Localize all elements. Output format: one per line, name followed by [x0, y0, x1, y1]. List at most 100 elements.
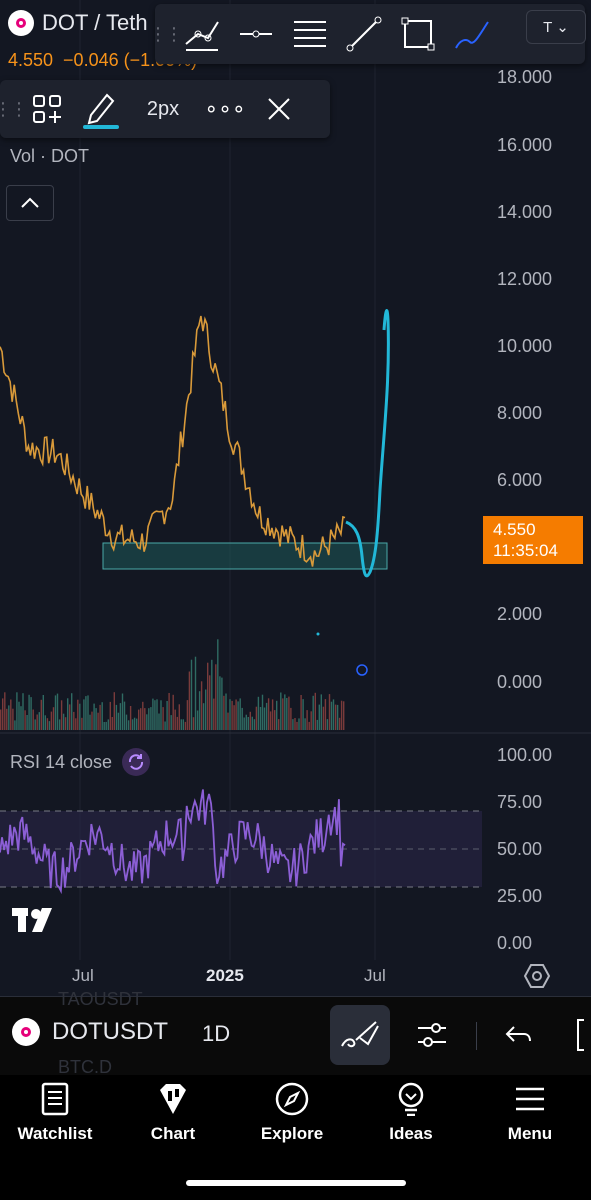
volume-bar — [64, 717, 67, 730]
rectangle-tool-icon[interactable] — [391, 7, 445, 61]
drag-handle-icon[interactable]: ⋮⋮ — [149, 24, 183, 45]
symbol-header[interactable]: DOT / Teth — [8, 10, 148, 36]
volume-bar — [40, 699, 42, 730]
drawing-tools-button[interactable] — [330, 1005, 390, 1065]
price-axis-label: 18.000 — [497, 67, 553, 87]
symbol-title: DOT / Teth — [42, 10, 148, 35]
interval-button[interactable]: 1D — [202, 1021, 230, 1047]
nav-ideas[interactable]: Ideas — [361, 1082, 461, 1144]
volume-bar — [62, 713, 65, 730]
horizontal-line-icon[interactable] — [229, 7, 283, 61]
volume-bar — [182, 719, 184, 730]
volume-bar — [257, 696, 260, 730]
volume-bar — [290, 707, 292, 730]
volume-bar — [99, 704, 101, 730]
volume-bar — [300, 695, 302, 730]
volume-bar — [162, 707, 164, 730]
watchlist-icon — [41, 1082, 69, 1116]
pencil-color-icon[interactable] — [74, 82, 128, 136]
chevron-down-icon: ⌄ — [556, 19, 569, 36]
compass-icon — [275, 1082, 309, 1116]
chart-area[interactable]: DOT / Teth 4.550 −0.046 (−1.00%) ⋮⋮ T ⌄ … — [0, 0, 591, 995]
ghost-symbol: TAOUSDT — [58, 989, 143, 1009]
nav-chart[interactable]: Chart — [123, 1082, 223, 1144]
volume-bar — [190, 659, 193, 730]
volume-bar — [73, 711, 75, 730]
rsi-axis-label: 75.00 — [497, 792, 543, 812]
volume-bar — [146, 714, 148, 730]
volume-bar — [26, 715, 28, 730]
brush-tool-icon[interactable] — [445, 7, 499, 61]
volume-bar — [123, 701, 126, 730]
add-template-icon[interactable] — [20, 82, 74, 136]
volume-bar — [292, 719, 294, 730]
volume-bar — [278, 719, 280, 730]
volume-bar — [154, 700, 156, 730]
volume-bar — [36, 714, 38, 730]
fullscreen-icon[interactable] — [560, 1010, 591, 1060]
drag-handle-icon[interactable]: ⋮⋮ — [0, 99, 28, 120]
volume-bar — [152, 698, 154, 730]
collapse-legend-button[interactable] — [6, 185, 54, 221]
volume-bar — [125, 714, 128, 730]
volume-bar — [32, 709, 34, 730]
volume-bar — [103, 722, 105, 730]
volume-bar — [334, 704, 337, 730]
volume-bar — [166, 701, 168, 730]
volume-bar — [138, 709, 140, 730]
volume-bar — [288, 696, 290, 730]
volume-bar — [263, 707, 266, 730]
price-axis-label: 12.000 — [497, 269, 553, 289]
volume-bar — [30, 697, 32, 730]
chart-settings-icon[interactable] — [523, 963, 551, 989]
volume-bar — [320, 694, 322, 730]
volume-bar — [95, 708, 97, 730]
indicators-settings-icon[interactable] — [408, 1010, 456, 1060]
volume-bar — [54, 695, 57, 730]
brush-drawing[interactable] — [345, 309, 390, 578]
rsi-legend[interactable]: RSI 14 close — [10, 748, 151, 776]
stroke-width-button[interactable]: 2px — [128, 98, 198, 121]
anchor-point[interactable] — [356, 664, 368, 676]
rsi-axis-label: 50.00 — [497, 839, 543, 859]
volume-bar — [50, 711, 53, 730]
volume-bar — [296, 721, 298, 730]
quote-selector[interactable]: T ⌄ — [526, 10, 586, 44]
volume-bar — [89, 714, 91, 730]
fib-levels-icon[interactable] — [283, 7, 337, 61]
nav-watchlist[interactable]: Watchlist — [5, 1082, 105, 1144]
nav-menu[interactable]: Menu — [480, 1082, 580, 1144]
volume-bar — [156, 699, 158, 730]
more-options-icon[interactable]: ∘∘∘ — [198, 82, 252, 136]
symbol-selector[interactable]: DOTUSDT — [12, 1018, 168, 1046]
volume-bar — [10, 699, 12, 730]
volume-bar — [91, 711, 93, 730]
trend-line-tools-icon[interactable] — [175, 7, 229, 61]
volume-bar — [343, 701, 345, 730]
close-icon[interactable] — [252, 82, 306, 136]
undo-icon[interactable] — [494, 1010, 542, 1060]
nav-explore[interactable]: Explore — [242, 1082, 342, 1144]
volume-bar — [276, 700, 278, 730]
chevron-up-icon — [21, 197, 39, 208]
volume-bar — [186, 700, 189, 730]
volume-bar — [158, 713, 160, 730]
volume-bar — [274, 710, 276, 730]
volume-bar — [282, 698, 284, 730]
volume-bar — [111, 717, 113, 730]
line-tool-icon[interactable] — [337, 7, 391, 61]
volume-bar — [249, 711, 251, 730]
volume-bar — [2, 698, 4, 730]
volume-bar — [85, 696, 87, 730]
volume-bar — [207, 662, 209, 730]
volume-bar — [150, 707, 152, 730]
volume-bar — [34, 719, 36, 730]
volume-bar — [178, 704, 180, 730]
volume-bar — [192, 717, 195, 730]
refresh-icon[interactable] — [122, 748, 151, 776]
time-axis-label: 2025 — [206, 966, 244, 985]
volume-bar — [213, 698, 215, 730]
volume-bar — [330, 701, 333, 730]
volume-bar — [237, 701, 239, 730]
volume-bar — [52, 707, 55, 730]
